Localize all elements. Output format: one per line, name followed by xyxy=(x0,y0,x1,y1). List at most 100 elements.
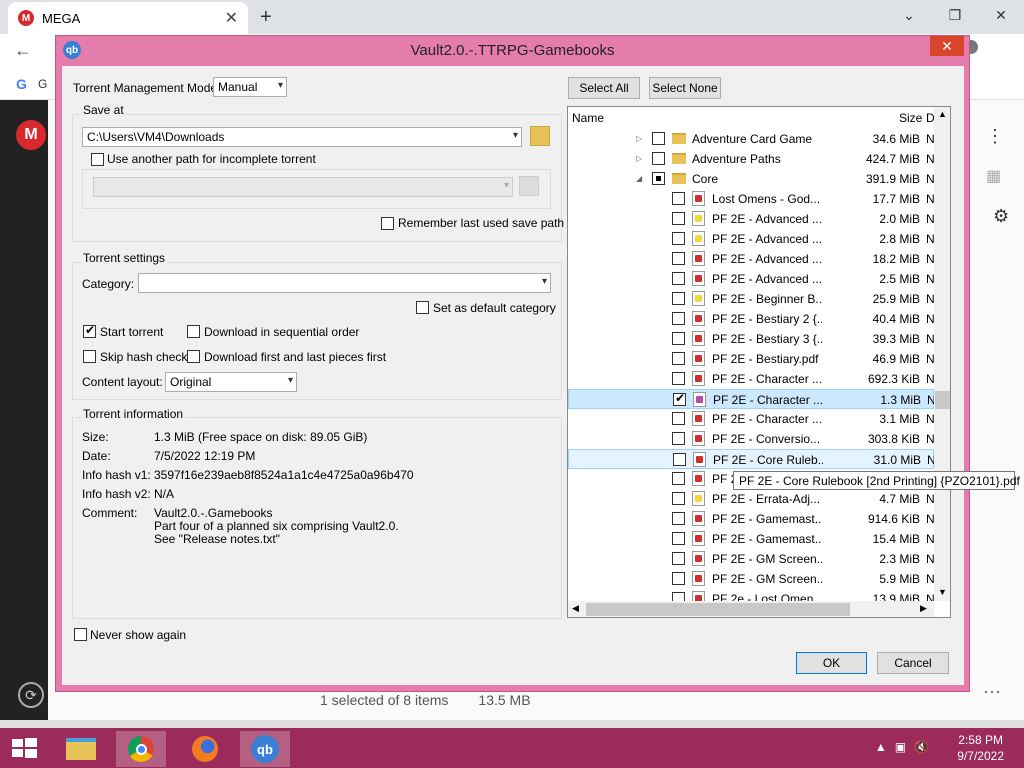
tab-close-icon[interactable]: ✕ xyxy=(225,8,238,28)
file-row[interactable]: PF 2E - GM Screen... 2.3 MiB N xyxy=(568,549,935,569)
file-row[interactable]: PF 2E - Character ... 3.1 MiB N xyxy=(568,409,935,429)
file-checkbox[interactable] xyxy=(672,472,685,485)
file-row[interactable]: ◢ Core 391.9 MiB N xyxy=(568,169,935,189)
file-checkbox[interactable] xyxy=(672,252,685,265)
browse-folder-icon[interactable] xyxy=(530,126,550,146)
settings-gear-icon[interactable]: ⚙ xyxy=(993,206,1009,227)
file-tree[interactable]: Name ⌃ Size D ▷ Adventure Card Game 34.6 M… xyxy=(567,106,951,618)
file-checkbox[interactable] xyxy=(652,152,665,165)
new-tab-button[interactable]: + xyxy=(260,6,272,29)
restore-button[interactable]: ❐ xyxy=(932,0,978,30)
sequential-checkbox[interactable] xyxy=(187,325,200,338)
file-row[interactable]: PF 2E - Advanced ... 2.8 MiB N xyxy=(568,229,935,249)
windows-start-icon[interactable] xyxy=(10,736,38,760)
browser-close-button[interactable]: ✕ xyxy=(978,0,1024,30)
start-torrent-checkbox[interactable] xyxy=(83,323,96,338)
scroll-down-icon[interactable]: ▼ xyxy=(938,587,947,597)
file-checkbox[interactable] xyxy=(672,272,685,285)
cancel-button[interactable]: Cancel xyxy=(877,652,949,674)
file-checkbox[interactable] xyxy=(672,292,685,305)
first-last-checkbox[interactable] xyxy=(187,350,200,363)
volume-muted-icon[interactable]: 🔇 xyxy=(914,740,929,754)
grid-view-icon[interactable]: ▦ xyxy=(986,166,1001,186)
google-icon[interactable]: G xyxy=(16,76,27,92)
file-checkbox[interactable] xyxy=(652,172,665,185)
file-row[interactable]: PF 2E - Core Ruleb... 31.0 MiB N xyxy=(568,449,936,469)
file-explorer-icon[interactable] xyxy=(56,731,106,767)
file-checkbox[interactable] xyxy=(673,391,686,406)
tab-search-icon[interactable]: ⌄ xyxy=(886,0,932,30)
file-row[interactable]: PF 2E - Beginner B... 25.9 MiB N xyxy=(568,289,935,309)
dialog-close-button[interactable]: ✕ xyxy=(930,36,964,56)
file-row[interactable]: PF 2E - Gamemast... 15.4 MiB N xyxy=(568,529,935,549)
file-row[interactable]: PF 2E - Advanced ... 18.2 MiB N xyxy=(568,249,935,269)
file-row[interactable]: PF 2E - Advanced ... 2.5 MiB N xyxy=(568,269,935,289)
ok-button[interactable]: OK xyxy=(796,652,867,674)
skip-hash-checkbox[interactable] xyxy=(83,350,96,363)
transfer-sync-icon[interactable]: ⟳ xyxy=(18,682,44,708)
file-checkbox[interactable] xyxy=(672,212,685,225)
chrome-taskbar-icon[interactable] xyxy=(116,731,166,767)
qbittorrent-taskbar-icon[interactable]: qb xyxy=(240,731,290,767)
horizontal-scroll-thumb[interactable] xyxy=(586,603,850,616)
scroll-right-icon[interactable]: ▶ xyxy=(920,603,927,614)
more-vert-icon[interactable]: ⋮ xyxy=(986,126,1004,147)
file-row[interactable]: PF 2E - Errata-Adj... 4.7 MiB N xyxy=(568,489,935,509)
back-arrow-icon[interactable]: ← xyxy=(14,40,32,61)
file-row[interactable]: PF 2E - Conversio... 303.8 KiB N xyxy=(568,429,935,449)
mega-logo-icon[interactable]: M xyxy=(16,120,46,150)
file-row[interactable]: PF 2E - Bestiary 2 {... 40.4 MiB N xyxy=(568,309,935,329)
file-checkbox[interactable] xyxy=(672,512,685,525)
file-row[interactable]: PF 2E - Bestiary 3 {... 39.3 MiB N xyxy=(568,329,935,349)
file-checkbox[interactable] xyxy=(672,372,685,385)
firefox-taskbar-icon[interactable] xyxy=(180,731,230,767)
vertical-scroll-thumb[interactable] xyxy=(935,391,950,409)
horizontal-scrollbar[interactable]: ◀ ▶ xyxy=(568,601,934,617)
file-checkbox[interactable] xyxy=(673,453,686,466)
file-checkbox[interactable] xyxy=(672,432,685,445)
file-checkbox[interactable] xyxy=(672,412,685,425)
bookmark-label[interactable]: G xyxy=(38,77,47,91)
file-checkbox[interactable] xyxy=(672,532,685,545)
browser-tab-mega[interactable]: M MEGA ✕ xyxy=(8,2,248,34)
file-checkbox[interactable] xyxy=(672,572,685,585)
file-row[interactable]: ▷ Adventure Card Game 34.6 MiB N xyxy=(568,129,935,149)
file-checkbox[interactable] xyxy=(672,232,685,245)
file-row[interactable]: PF 2E - GM Screen... 5.9 MiB N xyxy=(568,569,935,589)
scroll-up-icon[interactable]: ▲ xyxy=(938,109,947,119)
column-size-header[interactable]: Size xyxy=(899,107,922,129)
file-row[interactable]: PF 2E - Character ... 692.3 KiB N xyxy=(568,369,935,389)
expander-icon[interactable]: ▷ xyxy=(636,154,642,163)
file-checkbox[interactable] xyxy=(672,192,685,205)
default-category-checkbox[interactable] xyxy=(416,301,429,314)
use-another-path-checkbox[interactable] xyxy=(91,153,104,166)
remember-path-checkbox[interactable] xyxy=(381,217,394,230)
column-name-header[interactable]: Name xyxy=(572,107,604,129)
content-layout-select[interactable]: Original ▾ xyxy=(165,372,297,392)
file-checkbox[interactable] xyxy=(672,312,685,325)
never-show-checkbox[interactable] xyxy=(74,628,87,641)
expander-icon[interactable]: ▷ xyxy=(636,134,642,143)
category-combo[interactable]: ▾ xyxy=(138,273,551,293)
save-path-combo[interactable]: C:\Users\VM4\Downloads ▾ xyxy=(82,127,522,147)
file-checkbox[interactable] xyxy=(652,132,665,145)
select-all-button[interactable]: Select All xyxy=(568,77,640,99)
file-row[interactable]: PF 2E - Advanced ... 2.0 MiB N xyxy=(568,209,935,229)
network-icon[interactable]: ▣ xyxy=(895,740,906,754)
vertical-scrollbar[interactable]: ▲ ▼ xyxy=(934,107,950,601)
file-checkbox[interactable] xyxy=(672,552,685,565)
expander-icon[interactable]: ◢ xyxy=(636,174,642,183)
scroll-left-icon[interactable]: ◀ xyxy=(572,603,579,614)
file-checkbox[interactable] xyxy=(672,332,685,345)
file-checkbox[interactable] xyxy=(672,492,685,505)
file-checkbox[interactable] xyxy=(672,352,685,365)
file-row[interactable]: PF 2E - Bestiary.pdf 46.9 MiB N xyxy=(568,349,935,369)
select-none-button[interactable]: Select None xyxy=(649,77,721,99)
file-row[interactable]: PF 2E - Gamemast... 914.6 KiB N xyxy=(568,509,935,529)
torrent-mode-select[interactable]: Manual ▾ xyxy=(213,77,287,97)
file-row[interactable]: ▷ Adventure Paths 424.7 MiB N xyxy=(568,149,935,169)
file-row[interactable]: Lost Omens - God... 17.7 MiB N xyxy=(568,189,935,209)
file-row[interactable]: PF 2E - Character ...1.3 MiBN xyxy=(568,389,936,409)
tray-chevron-up-icon[interactable]: ▲ xyxy=(875,740,887,754)
taskbar-clock[interactable]: 2:58 PM 9/7/2022 xyxy=(957,732,1004,764)
